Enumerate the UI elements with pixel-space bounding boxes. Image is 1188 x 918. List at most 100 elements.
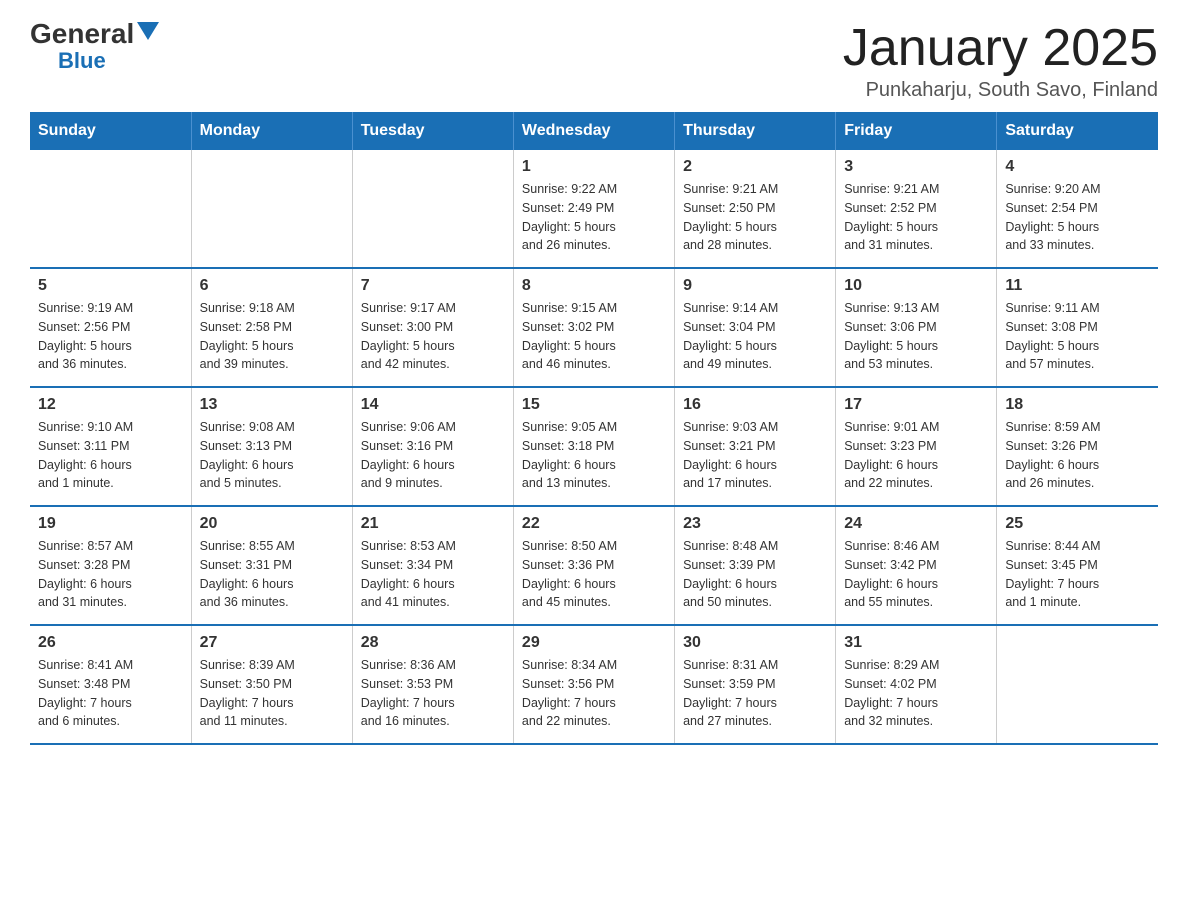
calendar-cell: 4 Sunrise: 9:20 AMSunset: 2:54 PMDaylight… [997,150,1158,268]
calendar-week-row: 12 Sunrise: 9:10 AMSunset: 3:11 PMDayligh… [30,387,1158,506]
calendar-cell [30,150,191,268]
calendar-cell: 1 Sunrise: 9:22 AMSunset: 2:49 PMDaylight… [513,150,674,268]
day-number: 28 [361,634,505,652]
calendar-cell: 10Sunrise: 9:13 AMSunset: 3:06 PMDayligh… [836,268,997,387]
calendar-cell: 5Sunrise: 9:19 AMSunset: 2:56 PMDaylight… [30,268,191,387]
day-info: Sunrise: 8:57 AMSunset: 3:28 PMDaylight:… [38,537,183,612]
location: Punkaharju, South Savo, Finland [843,79,1158,102]
day-number: 24 [844,515,988,533]
calendar-cell: 19Sunrise: 8:57 AMSunset: 3:28 PMDayligh… [30,506,191,625]
calendar-cell: 23 Sunrise: 8:48 AMSunset: 3:39 PMDayligh… [675,506,836,625]
logo-blue-text: Blue [58,48,106,74]
calendar-cell: 8Sunrise: 9:15 AMSunset: 3:02 PMDaylight… [513,268,674,387]
day-number: 14 [361,396,505,414]
calendar-cell: 20Sunrise: 8:55 AMSunset: 3:31 PMDayligh… [191,506,352,625]
day-info: Sunrise: 9:01 AMSunset: 3:23 PMDaylight:… [844,418,988,493]
calendar-cell: 21 Sunrise: 8:53 AMSunset: 3:34 PMDayligh… [352,506,513,625]
day-info: Sunrise: 9:21 AMSunset: 2:52 PMDaylight:… [844,180,988,255]
page-header: General Blue January 2025 Punkaharju, So… [30,20,1158,102]
month-title: January 2025 [843,20,1158,77]
day-info: Sunrise: 8:50 AMSunset: 3:36 PMDaylight:… [522,537,666,612]
calendar-cell: 2 Sunrise: 9:21 AMSunset: 2:50 PMDaylight… [675,150,836,268]
day-number: 13 [200,396,344,414]
day-info: Sunrise: 8:46 AMSunset: 3:42 PMDaylight:… [844,537,988,612]
calendar-cell: 30 Sunrise: 8:31 AMSunset: 3:59 PMDayligh… [675,625,836,744]
day-info: Sunrise: 8:29 AMSunset: 4:02 PMDaylight:… [844,656,988,731]
logo-general-text: General [30,20,134,48]
calendar-cell: 26Sunrise: 8:41 AMSunset: 3:48 PMDayligh… [30,625,191,744]
calendar-cell: 12 Sunrise: 9:10 AMSunset: 3:11 PMDayligh… [30,387,191,506]
calendar-cell [191,150,352,268]
header-friday: Friday [836,112,997,150]
calendar-cell: 31 Sunrise: 8:29 AMSunset: 4:02 PMDayligh… [836,625,997,744]
day-number: 22 [522,515,666,533]
day-info: Sunrise: 8:31 AMSunset: 3:59 PMDaylight:… [683,656,827,731]
day-number: 9 [683,277,827,295]
header-tuesday: Tuesday [352,112,513,150]
day-info: Sunrise: 9:14 AMSunset: 3:04 PMDaylight:… [683,299,827,374]
day-info: Sunrise: 9:06 AMSunset: 3:16 PMDaylight:… [361,418,505,493]
day-number: 23 [683,515,827,533]
calendar-cell: 17 Sunrise: 9:01 AMSunset: 3:23 PMDayligh… [836,387,997,506]
day-info: Sunrise: 8:44 AMSunset: 3:45 PMDaylight:… [1005,537,1150,612]
day-info: Sunrise: 8:48 AMSunset: 3:39 PMDaylight:… [683,537,827,612]
day-number: 12 [38,396,183,414]
day-info: Sunrise: 8:53 AMSunset: 3:34 PMDaylight:… [361,537,505,612]
calendar-cell [997,625,1158,744]
header-monday: Monday [191,112,352,150]
calendar-cell: 16 Sunrise: 9:03 AMSunset: 3:21 PMDayligh… [675,387,836,506]
day-number: 18 [1005,396,1150,414]
day-number: 27 [200,634,344,652]
day-info: Sunrise: 8:39 AMSunset: 3:50 PMDaylight:… [200,656,344,731]
day-info: Sunrise: 9:21 AMSunset: 2:50 PMDaylight:… [683,180,827,255]
day-info: Sunrise: 9:13 AMSunset: 3:06 PMDaylight:… [844,299,988,374]
calendar-cell: 3Sunrise: 9:21 AMSunset: 2:52 PMDaylight… [836,150,997,268]
day-number: 17 [844,396,988,414]
calendar-week-row: 19Sunrise: 8:57 AMSunset: 3:28 PMDayligh… [30,506,1158,625]
day-info: Sunrise: 9:10 AMSunset: 3:11 PMDaylight:… [38,418,183,493]
day-number: 20 [200,515,344,533]
calendar-week-row: 5Sunrise: 9:19 AMSunset: 2:56 PMDaylight… [30,268,1158,387]
day-number: 21 [361,515,505,533]
day-number: 1 [522,158,666,176]
day-number: 29 [522,634,666,652]
day-info: Sunrise: 9:22 AMSunset: 2:49 PMDaylight:… [522,180,666,255]
calendar-cell: 7Sunrise: 9:17 AMSunset: 3:00 PMDaylight… [352,268,513,387]
day-number: 2 [683,158,827,176]
day-info: Sunrise: 9:05 AMSunset: 3:18 PMDaylight:… [522,418,666,493]
day-info: Sunrise: 9:03 AMSunset: 3:21 PMDaylight:… [683,418,827,493]
day-info: Sunrise: 9:20 AMSunset: 2:54 PMDaylight:… [1005,180,1150,255]
day-number: 25 [1005,515,1150,533]
calendar-cell: 27 Sunrise: 8:39 AMSunset: 3:50 PMDayligh… [191,625,352,744]
header-saturday: Saturday [997,112,1158,150]
calendar-cell: 14 Sunrise: 9:06 AMSunset: 3:16 PMDayligh… [352,387,513,506]
day-number: 16 [683,396,827,414]
day-number: 11 [1005,277,1150,295]
calendar-week-row: 1 Sunrise: 9:22 AMSunset: 2:49 PMDaylight… [30,150,1158,268]
day-number: 31 [844,634,988,652]
calendar-cell: 25 Sunrise: 8:44 AMSunset: 3:45 PMDayligh… [997,506,1158,625]
calendar-cell: 6Sunrise: 9:18 AMSunset: 2:58 PMDaylight… [191,268,352,387]
day-info: Sunrise: 9:18 AMSunset: 2:58 PMDaylight:… [200,299,344,374]
day-number: 26 [38,634,183,652]
day-info: Sunrise: 9:11 AMSunset: 3:08 PMDaylight:… [1005,299,1150,374]
header-wednesday: Wednesday [513,112,674,150]
day-info: Sunrise: 8:36 AMSunset: 3:53 PMDaylight:… [361,656,505,731]
day-info: Sunrise: 9:19 AMSunset: 2:56 PMDaylight:… [38,299,183,374]
header-sunday: Sunday [30,112,191,150]
calendar-cell: 18 Sunrise: 8:59 AMSunset: 3:26 PMDayligh… [997,387,1158,506]
day-number: 30 [683,634,827,652]
calendar-cell: 11 Sunrise: 9:11 AMSunset: 3:08 PMDayligh… [997,268,1158,387]
calendar-cell: 24 Sunrise: 8:46 AMSunset: 3:42 PMDayligh… [836,506,997,625]
day-info: Sunrise: 8:59 AMSunset: 3:26 PMDaylight:… [1005,418,1150,493]
day-info: Sunrise: 9:15 AMSunset: 3:02 PMDaylight:… [522,299,666,374]
day-info: Sunrise: 9:08 AMSunset: 3:13 PMDaylight:… [200,418,344,493]
calendar-cell: 9 Sunrise: 9:14 AMSunset: 3:04 PMDaylight… [675,268,836,387]
title-section: January 2025 Punkaharju, South Savo, Fin… [843,20,1158,102]
day-number: 4 [1005,158,1150,176]
day-info: Sunrise: 9:17 AMSunset: 3:00 PMDaylight:… [361,299,505,374]
logo: General Blue [30,20,159,74]
calendar-cell [352,150,513,268]
logo-triangle-icon [137,22,159,40]
calendar-table: Sunday Monday Tuesday Wednesday Thursday… [30,112,1158,745]
